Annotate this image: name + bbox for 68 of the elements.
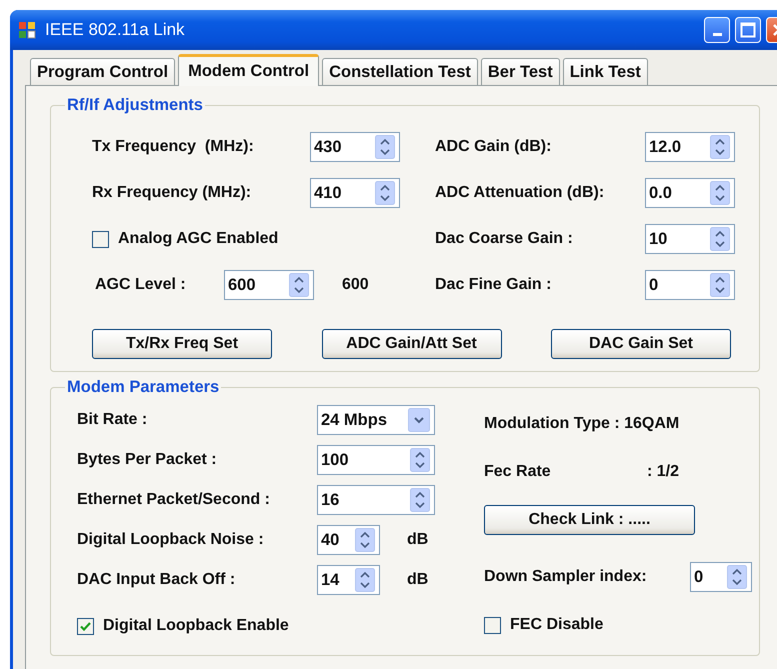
spin-field[interactable]: 600	[224, 270, 314, 300]
info-value: : 1/2	[647, 463, 680, 481]
spinner-icon[interactable]	[289, 273, 309, 297]
spinner-icon[interactable]	[375, 135, 395, 159]
spinner-icon[interactable]	[727, 565, 747, 589]
tab[interactable]: Ber Test	[480, 58, 560, 85]
window-title: IEEE 802.11a Link	[45, 20, 185, 40]
field-label: Dac Fine Gain :	[435, 276, 552, 294]
spin-field[interactable]: 410	[310, 178, 400, 208]
spin-field[interactable]: 12.0	[645, 132, 735, 162]
maximize-icon	[740, 22, 756, 38]
unit-label: dB	[407, 531, 428, 549]
spin-field[interactable]: 430	[310, 132, 400, 162]
field-label: Tx Frequency (MHz):	[92, 138, 255, 156]
checkbox[interactable]	[484, 616, 501, 634]
checkbox-label: FEC Disable	[510, 616, 604, 634]
field-label: Bit Rate :	[77, 411, 148, 429]
tab[interactable]: Link Test	[562, 58, 648, 85]
field-label: Down Sampler index:	[484, 568, 648, 586]
field-label: Digital Loopback Noise :	[77, 531, 265, 549]
spin-field[interactable]: 10	[645, 224, 735, 254]
checkbox[interactable]	[77, 618, 94, 634]
checkbox-label: Digital Loopback Enable	[103, 617, 290, 635]
set-button[interactable]: ADC Gain/Att Set	[322, 329, 502, 359]
tab[interactable]: Program Control	[30, 58, 176, 85]
minimize-icon	[712, 33, 722, 36]
spin-field[interactable]: 0	[645, 270, 735, 300]
spinner-icon[interactable]	[710, 273, 730, 297]
unit-label: dB	[407, 571, 428, 589]
field-label: Bytes Per Packet :	[77, 451, 218, 469]
field-label: DAC Input Back Off :	[77, 571, 236, 589]
field-label: Rx Frequency (MHz):	[92, 184, 252, 202]
spinner-icon[interactable]	[710, 135, 730, 159]
caret-icon[interactable]	[408, 408, 430, 432]
minimize-button[interactable]	[704, 17, 730, 43]
maximize-button[interactable]	[735, 17, 761, 43]
field-label: ADC Attenuation (dB):	[435, 184, 606, 202]
spinner-icon[interactable]	[375, 181, 395, 205]
group-title: Modem Parameters	[66, 378, 220, 397]
spin-field[interactable]: 16	[317, 485, 435, 515]
level-reading: 600	[342, 276, 369, 294]
spinner-icon[interactable]	[410, 448, 430, 472]
check-link-button[interactable]: Check Link : .....	[484, 505, 695, 535]
field-label: ADC Gain (dB):	[435, 138, 552, 156]
spinner-icon[interactable]	[410, 488, 430, 512]
checkbox-label: Analog AGC Enabled	[118, 230, 280, 248]
field-label: AGC Level :	[95, 276, 187, 294]
spinner-icon[interactable]	[355, 568, 375, 592]
spinner-icon[interactable]	[710, 227, 730, 251]
checkbox[interactable]	[92, 230, 109, 248]
spinner-icon[interactable]	[710, 181, 730, 205]
field-label: Ethernet Packet/Second :	[77, 491, 271, 509]
field-label: Dac Coarse Gain :	[435, 230, 574, 248]
info-text: Modulation Type : 16QAM	[484, 415, 680, 433]
group-title: Rf/If Adjustments	[66, 96, 204, 115]
spin-field[interactable]: 40	[317, 525, 380, 555]
dropdown[interactable]: 24 Mbps	[317, 405, 435, 435]
app-icon	[18, 21, 36, 39]
spinner-icon[interactable]	[355, 528, 375, 552]
tab[interactable]: Constellation Test	[322, 58, 478, 85]
spin-field[interactable]: 14	[317, 565, 380, 595]
set-button[interactable]: DAC Gain Set	[551, 329, 731, 359]
tab[interactable]: Modem Control	[178, 54, 320, 86]
spin-field[interactable]: 0	[690, 562, 752, 592]
spin-field[interactable]: 0.0	[645, 178, 735, 208]
info-label: Fec Rate	[484, 463, 552, 481]
spin-field[interactable]: 100	[317, 445, 435, 475]
set-button[interactable]: Tx/Rx Freq Set	[92, 329, 272, 359]
